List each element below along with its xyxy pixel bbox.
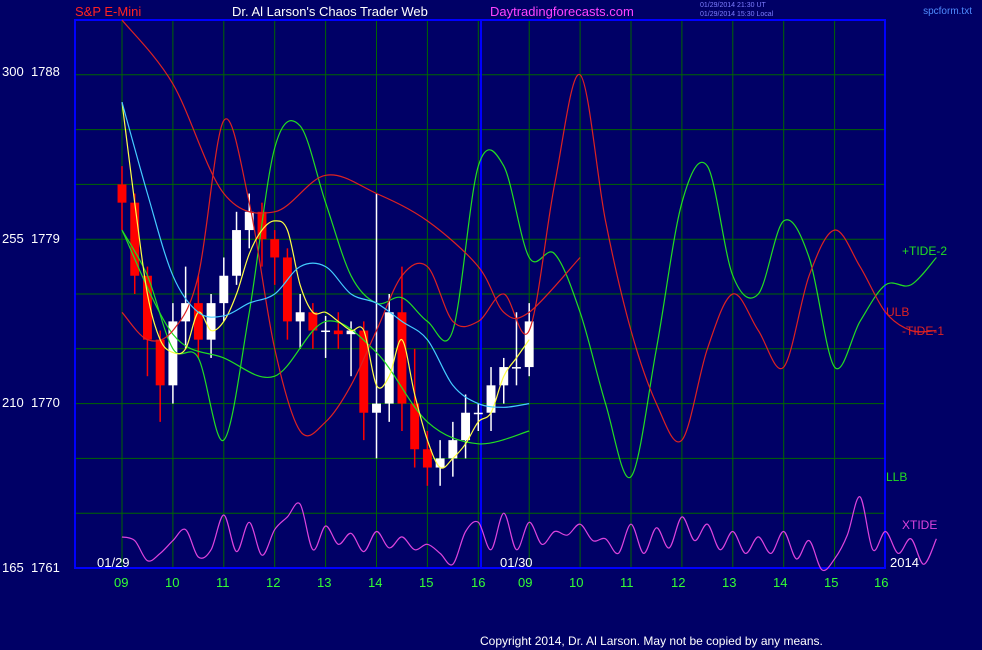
y-label-300: 300 1788 [2, 64, 60, 79]
price-bar-body [384, 312, 394, 404]
x-label: 13 [317, 575, 332, 590]
price-bar-body [117, 184, 127, 203]
x-label: 14 [773, 575, 788, 590]
price-bar-body [321, 330, 331, 333]
price-bar-body [295, 312, 305, 322]
price-bar-body [206, 303, 216, 340]
date-label-year: 2014 [890, 555, 919, 570]
price-bar-body [193, 303, 203, 340]
series-label-ulb: ULB [886, 305, 910, 319]
x-label: 10 [165, 575, 180, 590]
price-bar-body [155, 339, 165, 386]
symbol-title: S&P E-Mini [75, 4, 142, 19]
filename-label: spcform.txt [923, 6, 972, 17]
price-bar-body [473, 412, 483, 415]
price-bar-body [372, 403, 381, 413]
price-bar-body [333, 330, 343, 335]
x-label: 14 [368, 575, 383, 590]
price-bar-body [422, 449, 432, 468]
series-label-tide2: +TIDE-2 [902, 244, 948, 258]
price-bar-body [270, 239, 280, 258]
x-label: 09 [114, 575, 129, 590]
x-label: 10 [569, 575, 584, 590]
y-label-165: 165 1761 [2, 560, 60, 575]
x-label: 11 [216, 575, 230, 590]
x-label: 16 [874, 575, 889, 590]
price-bar-body [232, 230, 241, 276]
x-label: 16 [471, 575, 486, 590]
timestamp-local: 01/29/2014 15:30 Local [700, 11, 774, 18]
price-bar-body [512, 367, 521, 369]
x-label: 15 [824, 575, 839, 590]
x-label: 13 [722, 575, 737, 590]
price-bar-body [282, 257, 292, 322]
date-label-0130: 01/30 [500, 555, 533, 570]
date-label-0129: 01/29 [97, 555, 130, 570]
series-ulb [121, 19, 581, 320]
copyright-notice: Copyright 2014, Dr. Al Larson. May not b… [480, 634, 823, 648]
x-label: 12 [671, 575, 686, 590]
series-label-tide1: -TIDE-1 [902, 324, 944, 338]
timestamp-utc: 01/29/2014 21:30 UT [700, 2, 766, 9]
price-bar-body [397, 312, 407, 404]
series-label-xtide: XTIDE [902, 518, 938, 532]
x-label: 12 [266, 575, 281, 590]
price-bar-body [219, 275, 229, 304]
x-label: 15 [419, 575, 434, 590]
chart [74, 19, 937, 572]
price-bar-body [486, 385, 496, 413]
x-label: 11 [620, 575, 634, 590]
website-link[interactable]: Daytradingforecasts.com [490, 4, 634, 19]
price-bar-body [461, 412, 471, 441]
author-title: Dr. Al Larson's Chaos Trader Web [232, 4, 428, 19]
series-label-llb: LLB [886, 470, 908, 484]
y-label-255: 255 1779 [2, 231, 60, 246]
y-label-210: 210 1770 [2, 395, 60, 410]
x-label: 09 [518, 575, 533, 590]
